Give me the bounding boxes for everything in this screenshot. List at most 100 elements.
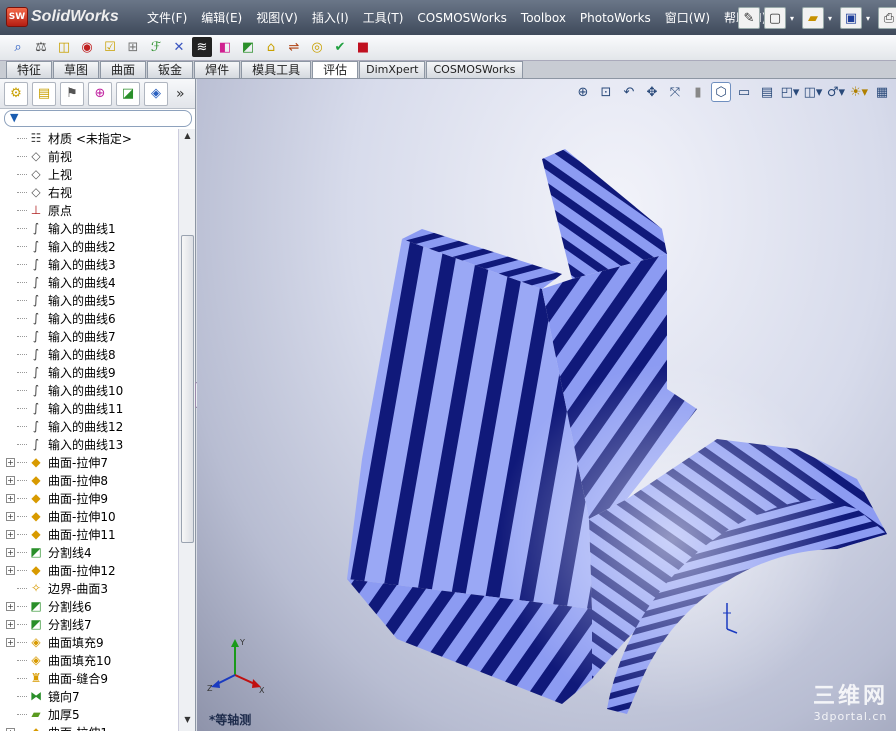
expand-icon[interactable]: + bbox=[6, 529, 15, 539]
view-settings-icon[interactable]: ▦ bbox=[872, 82, 892, 102]
graphics-viewport[interactable]: ⊕ ⊡ ↶ ✥ ⤧ ▮ ⬡ ▭ ▤ ◰▾ ◫▾ ♂▾ ☀▾ ▦ Y X Z *等… bbox=[197, 79, 896, 731]
app-logo[interactable]: SW SolidWorks bbox=[6, 6, 119, 28]
tree-item[interactable]: ∫ 输入的曲线2 bbox=[0, 237, 178, 255]
rotate-icon[interactable]: ⤧ bbox=[665, 82, 685, 102]
menu-item[interactable]: 编辑(E) bbox=[194, 9, 249, 26]
display-manager-tab-icon[interactable]: ◪ bbox=[116, 81, 140, 106]
zebra-stripes-icon[interactable]: ≋ bbox=[192, 37, 212, 57]
undercut-detection-icon[interactable]: ⌂ bbox=[261, 37, 281, 57]
tree-item[interactable]: ◇ 右视 bbox=[0, 183, 178, 201]
tree-item[interactable]: ⊥ 原点 bbox=[0, 201, 178, 219]
tree-item[interactable]: + ◩ 分割线4 bbox=[0, 543, 178, 561]
tree-item[interactable]: ⧓ 镜向7 bbox=[0, 687, 178, 705]
tree-item[interactable]: ✧ 边界-曲面3 bbox=[0, 579, 178, 597]
tree-item[interactable]: ▰ 加厚5 bbox=[0, 705, 178, 723]
configuration-manager-tab-icon[interactable]: ⚑ bbox=[60, 81, 84, 106]
tab-8[interactable]: COSMOSWorks bbox=[426, 61, 523, 78]
tree-item[interactable]: + ◆ 曲面-拉伸9 bbox=[0, 489, 178, 507]
tree-item[interactable]: ∫ 输入的曲线8 bbox=[0, 345, 178, 363]
tree-item[interactable]: + ◆ 曲面-拉伸12 bbox=[0, 561, 178, 579]
tab-4[interactable]: 焊件 bbox=[194, 61, 241, 78]
section-view-icon[interactable]: ▮ bbox=[688, 82, 708, 102]
expand-icon[interactable]: + bbox=[6, 565, 15, 575]
tree-item[interactable]: + ◩ 分割线6 bbox=[0, 597, 178, 615]
import-diagnostics-icon[interactable]: ℱ bbox=[146, 37, 166, 57]
tree-item[interactable]: ∫ 输入的曲线4 bbox=[0, 273, 178, 291]
new-document-icon[interactable]: ▢ bbox=[764, 7, 786, 29]
tree-filter-input[interactable] bbox=[4, 110, 192, 127]
tab-7[interactable]: DimXpert bbox=[359, 61, 426, 78]
parting-line-analysis-icon[interactable]: ⇌ bbox=[284, 37, 304, 57]
dimxpert-manager-tab-icon[interactable]: ⊕ bbox=[88, 81, 112, 106]
previous-view-icon[interactable]: ↶ bbox=[619, 82, 639, 102]
deviation-analysis-icon[interactable]: ✕ bbox=[169, 37, 189, 57]
tab-2[interactable]: 曲面 bbox=[100, 61, 147, 78]
tree-item[interactable]: ∫ 输入的曲线11 bbox=[0, 399, 178, 417]
expand-icon[interactable]: + bbox=[6, 637, 15, 647]
tab-3[interactable]: 钣金 bbox=[147, 61, 194, 78]
menu-item[interactable]: PhotoWorks bbox=[573, 11, 658, 25]
two-view-icon[interactable]: ▤ bbox=[757, 82, 777, 102]
edit-appearance-icon[interactable]: ♂▾ bbox=[826, 82, 846, 102]
geometry-analysis-icon[interactable]: ⊞ bbox=[123, 37, 143, 57]
pin-icon[interactable]: ✎ bbox=[738, 7, 760, 29]
tree-item[interactable]: ∫ 输入的曲线13 bbox=[0, 435, 178, 453]
tree-item[interactable]: ◇ 上视 bbox=[0, 165, 178, 183]
scroll-up-icon[interactable]: ▲ bbox=[181, 131, 194, 145]
menu-item[interactable]: 插入(I) bbox=[305, 9, 356, 26]
tree-item[interactable]: ∫ 输入的曲线7 bbox=[0, 327, 178, 345]
scroll-down-icon[interactable]: ▼ bbox=[181, 715, 194, 729]
thickness-analysis-icon[interactable]: ◎ bbox=[307, 37, 327, 57]
tree-item[interactable]: ◈ 曲面填充10 bbox=[0, 651, 178, 669]
pan-icon[interactable]: ✥ bbox=[642, 82, 662, 102]
more-tabs-icon[interactable]: » bbox=[176, 86, 185, 102]
tree-item[interactable]: + ◩ 分割线7 bbox=[0, 615, 178, 633]
tab-1[interactable]: 草图 bbox=[53, 61, 100, 78]
tree-item[interactable]: ☷ 材质 <未指定> bbox=[0, 129, 178, 147]
print-icon[interactable]: ⎙ bbox=[878, 7, 896, 29]
tree-item[interactable]: ∫ 输入的曲线9 bbox=[0, 363, 178, 381]
expand-icon[interactable]: + bbox=[6, 601, 15, 611]
view-orientation-icon[interactable]: ⬡ bbox=[711, 82, 731, 102]
symmetry-check-icon[interactable]: ✔ bbox=[330, 37, 350, 57]
tree-item[interactable]: ∫ 输入的曲线10 bbox=[0, 381, 178, 399]
measure-icon[interactable]: ⌕ bbox=[8, 37, 28, 57]
zoom-to-fit-icon[interactable]: ⊕ bbox=[573, 82, 593, 102]
tree-item[interactable]: ∫ 输入的曲线12 bbox=[0, 417, 178, 435]
stop-icon[interactable]: ■ bbox=[353, 37, 373, 57]
tree-item[interactable]: ◇ 前视 bbox=[0, 147, 178, 165]
tab-0[interactable]: 特征 bbox=[6, 61, 53, 78]
expand-icon[interactable]: + bbox=[6, 619, 15, 629]
feature-manager-tab-icon[interactable]: ⚙ bbox=[4, 81, 28, 106]
menu-item[interactable]: 视图(V) bbox=[249, 9, 305, 26]
menu-item[interactable]: 工具(T) bbox=[356, 9, 411, 26]
expand-icon[interactable]: + bbox=[6, 475, 15, 485]
menu-item[interactable]: 文件(F) bbox=[140, 9, 194, 26]
menu-item[interactable]: Toolbox bbox=[514, 11, 573, 25]
draft-analysis-icon[interactable]: ◩ bbox=[238, 37, 258, 57]
zoom-to-area-icon[interactable]: ⊡ bbox=[596, 82, 616, 102]
expand-icon[interactable]: + bbox=[6, 511, 15, 521]
tree-item[interactable]: + ◆ 曲面-拉伸7 bbox=[0, 453, 178, 471]
menu-item[interactable]: COSMOSWorks bbox=[410, 11, 514, 25]
hide-show-items-icon[interactable]: ◫▾ bbox=[803, 82, 823, 102]
open-dropdown-icon[interactable]: ▾ bbox=[828, 14, 836, 23]
save-dropdown-icon[interactable]: ▾ bbox=[866, 14, 874, 23]
new-dropdown-icon[interactable]: ▾ bbox=[790, 14, 798, 23]
check-icon[interactable]: ☑ bbox=[100, 37, 120, 57]
open-folder-icon[interactable]: ▰ bbox=[802, 7, 824, 29]
expand-icon[interactable]: + bbox=[6, 547, 15, 557]
save-icon[interactable]: ▣ bbox=[840, 7, 862, 29]
expand-icon[interactable]: + bbox=[6, 727, 15, 731]
tree-item[interactable]: ∫ 输入的曲线1 bbox=[0, 219, 178, 237]
tab-6[interactable]: 评估 bbox=[312, 61, 359, 78]
tree-item[interactable]: + ◆ 曲面-拉伸1 bbox=[0, 723, 178, 731]
expand-icon[interactable]: + bbox=[6, 493, 15, 503]
apply-scene-icon[interactable]: ☀▾ bbox=[849, 82, 869, 102]
appearance-tab-icon[interactable]: ◈ bbox=[144, 81, 168, 106]
scroll-thumb[interactable] bbox=[181, 235, 194, 543]
tree-item[interactable]: + ◆ 曲面-拉伸11 bbox=[0, 525, 178, 543]
tree-item[interactable]: + ◆ 曲面-拉伸10 bbox=[0, 507, 178, 525]
tree-item[interactable]: + ◆ 曲面-拉伸8 bbox=[0, 471, 178, 489]
expand-icon[interactable]: + bbox=[6, 457, 15, 467]
